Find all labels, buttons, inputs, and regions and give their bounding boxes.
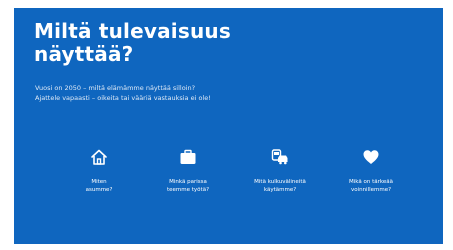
slide-panel: Miltä tulevaisuus näyttää? Vuosi on 2050… [14, 8, 443, 244]
topic-label-wellbeing: Mikä on tärkeää voinnillemme? [349, 179, 393, 193]
topic-row: Miten asumme? Minkä parissa teemme työtä… [14, 148, 443, 218]
slide-title: Miltä tulevaisuus näyttää? [34, 19, 231, 66]
intro-line-1: Vuosi on 2050 – miltä elämämme näyttää s… [35, 84, 196, 92]
intro-line-2: Ajattele vapaasti – oikeita tai vääriä v… [35, 94, 211, 102]
slide-intro: Vuosi on 2050 – miltä elämämme näyttää s… [35, 83, 415, 103]
home-icon [90, 148, 108, 166]
slide-frame: Miltä tulevaisuus näyttää? Vuosi on 2050… [0, 0, 453, 250]
heart-icon [362, 148, 380, 166]
vehicles-icon [271, 148, 289, 166]
topic-housing: Miten asumme? [49, 148, 149, 194]
topic-work: Minkä parissa teemme työtä? [138, 148, 238, 194]
topic-label-transport: Mitä kulkuvälineitä käytämme? [254, 179, 306, 193]
topic-label-work: Minkä parissa teemme työtä? [167, 179, 209, 193]
topic-transport: Mitä kulkuvälineitä käytämme? [230, 148, 330, 194]
topic-label-housing: Miten asumme? [85, 179, 113, 193]
topic-wellbeing: Mikä on tärkeää voinnillemme? [321, 148, 421, 194]
briefcase-icon [179, 148, 197, 166]
